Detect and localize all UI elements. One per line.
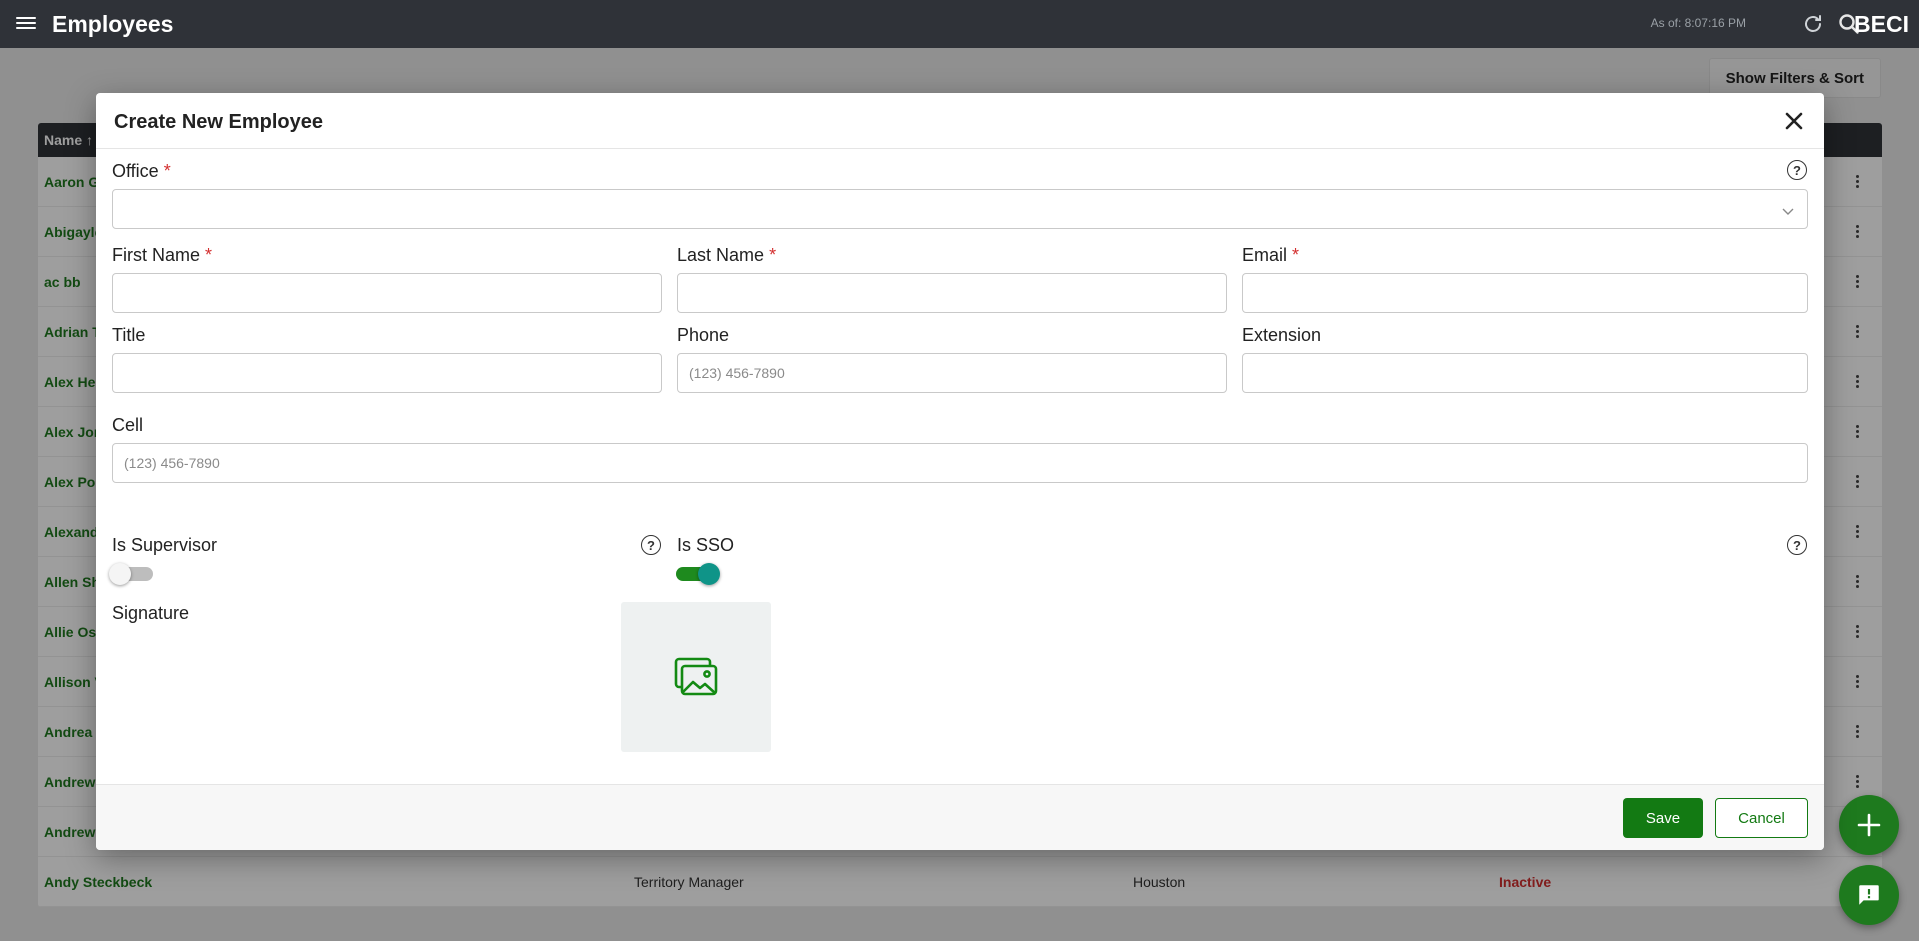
top-bar: Employees As of: 8:07:16 PM BECI <box>0 0 1919 48</box>
dialog-title: Create New Employee <box>114 111 323 133</box>
plus-icon <box>1857 813 1881 837</box>
signature-label: Signature <box>112 603 190 623</box>
add-employee-fab[interactable] <box>1839 795 1899 855</box>
email-label: Email * <box>1242 245 1300 265</box>
email-input[interactable] <box>1242 273 1808 313</box>
is-sso-toggle[interactable] <box>674 562 720 586</box>
toggle-knob <box>109 563 131 585</box>
chat-fab[interactable] <box>1839 865 1899 925</box>
toggle-knob <box>698 563 720 585</box>
first-name-label: First Name * <box>112 245 213 265</box>
last-name-input[interactable] <box>677 273 1227 313</box>
create-employee-dialog: Create New Employee Office * ? First Nam… <box>96 93 1824 850</box>
as-of-timestamp: As of: 8:07:16 PM <box>1650 16 1746 30</box>
image-gallery-icon <box>674 657 718 696</box>
cell-label: Cell <box>112 415 144 435</box>
required-marker: * <box>205 245 213 265</box>
office-select[interactable] <box>112 189 1808 229</box>
last-name-label: Last Name * <box>677 245 777 265</box>
required-marker: * <box>163 161 171 181</box>
chevron-down-icon <box>1782 208 1794 215</box>
dialog-header: Create New Employee <box>96 93 1824 149</box>
extension-label: Extension <box>1242 325 1322 345</box>
is-supervisor-label: Is Supervisor <box>112 535 218 555</box>
refresh-icon[interactable] <box>1801 12 1825 36</box>
hamburger-menu-icon[interactable] <box>16 14 36 34</box>
phone-label: Phone <box>677 325 730 345</box>
phone-input[interactable] <box>677 353 1227 393</box>
is-sso-label: Is SSO <box>677 535 735 555</box>
chat-icon <box>1859 885 1879 905</box>
close-icon[interactable] <box>1782 109 1806 133</box>
is-supervisor-toggle[interactable] <box>109 562 155 586</box>
brand-logo-text: BECI <box>1854 11 1909 37</box>
signature-upload[interactable] <box>621 602 771 752</box>
first-name-input[interactable] <box>112 273 662 313</box>
dialog-body: Office * ? First Name * Last Name * Emai… <box>96 149 1824 778</box>
cell-input[interactable] <box>112 443 1808 483</box>
extension-input[interactable] <box>1242 353 1808 393</box>
title-label: Title <box>112 325 146 345</box>
title-input[interactable] <box>112 353 662 393</box>
office-label: Office * <box>112 161 171 181</box>
office-help-icon[interactable]: ? <box>1787 160 1807 180</box>
required-marker: * <box>1292 245 1300 265</box>
save-button[interactable]: Save <box>1623 798 1703 838</box>
dialog-footer: Save Cancel <box>96 784 1824 850</box>
page-title: Employees <box>52 11 174 37</box>
required-marker: * <box>769 245 777 265</box>
is-sso-help-icon[interactable]: ? <box>1787 535 1807 555</box>
cancel-button[interactable]: Cancel <box>1715 798 1808 838</box>
is-supervisor-help-icon[interactable]: ? <box>641 535 661 555</box>
